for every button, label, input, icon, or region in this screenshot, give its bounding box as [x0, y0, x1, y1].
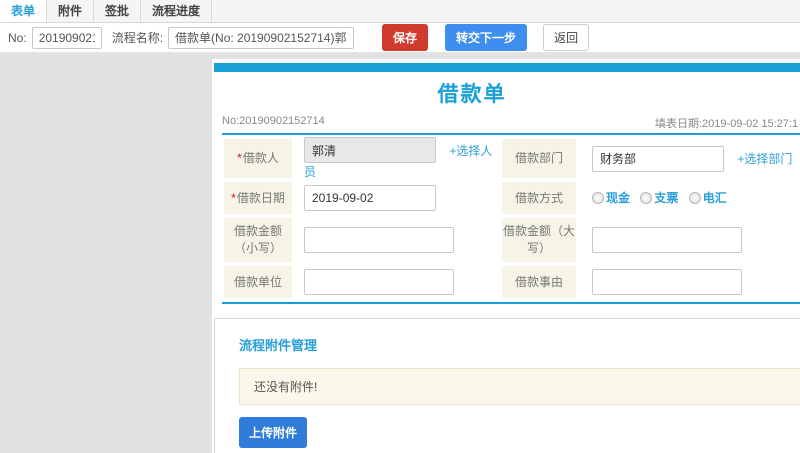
upload-attachment-button[interactable]: 上传附件: [239, 417, 308, 448]
table-row: 借款金额（小写） 借款金额（大写）: [222, 216, 800, 264]
tab-form[interactable]: 表单: [0, 0, 48, 22]
method-label: 借款方式: [500, 180, 578, 216]
required-asterisk: *: [237, 151, 242, 165]
department-input[interactable]: [592, 145, 724, 172]
method-cell: 现金 支票 电汇: [578, 180, 800, 216]
table-row: 借款单位 借款事由: [222, 264, 800, 300]
department-label: 借款部门: [500, 137, 578, 180]
amount-big-label: 借款金额（大写）: [500, 216, 578, 264]
unit-label: 借款单位: [222, 264, 294, 300]
date-cell: [294, 180, 500, 216]
fill-date: 填表日期:2019-09-02 15:27:1: [655, 118, 799, 130]
tab-progress[interactable]: 流程进度: [141, 0, 213, 22]
required-asterisk: *: [231, 190, 236, 205]
amount-big-input[interactable]: [592, 227, 742, 253]
radio-cash[interactable]: 现金: [592, 189, 630, 206]
borrower-input[interactable]: [304, 137, 436, 163]
radio-icon: [688, 191, 701, 204]
radio-icon: [592, 191, 604, 204]
tab-approval[interactable]: 签批: [94, 0, 142, 22]
form-meta-row: No:20190902152714 填表日期:2019-09-02 15:27:…: [222, 113, 800, 131]
radio-icon: [640, 191, 653, 204]
flow-name-input[interactable]: [168, 26, 355, 49]
form-title: 借款单: [437, 83, 507, 106]
doc-number: No:20190902152714: [222, 115, 325, 127]
date-label: *借款日期: [222, 180, 294, 216]
save-button[interactable]: 保存: [382, 24, 429, 51]
page-background: 借款单 No:20190902152714 填表日期:2019-09-02 15…: [0, 53, 800, 453]
next-step-button[interactable]: 转交下一步: [445, 24, 528, 51]
no-input[interactable]: [31, 26, 102, 49]
panel-top-accent-bar: [214, 63, 800, 72]
tab-attachment[interactable]: 附件: [47, 0, 95, 22]
reason-cell: [578, 264, 800, 300]
radio-wire[interactable]: 电汇: [688, 189, 727, 206]
divider-top: [222, 133, 800, 135]
no-attachment-notice: 还没有附件!: [239, 368, 800, 405]
department-cell: +选择部门: [578, 137, 800, 180]
borrow-reason-input[interactable]: [592, 269, 742, 295]
back-button[interactable]: 返回: [543, 24, 590, 51]
tab-bar: 表单 附件 签批 流程进度: [0, 0, 800, 23]
radio-cheque[interactable]: 支票: [640, 189, 678, 206]
table-row: *借款日期 借款方式 现金 支票 电汇: [222, 180, 800, 216]
loan-form-panel: 借款单 No:20190902152714 填表日期:2019-09-02 15…: [212, 59, 800, 453]
loan-form-table: *借款人 +选择人员 借款部门 +选择部门 *借款日期: [222, 137, 800, 300]
amount-small-label: 借款金额（小写）: [222, 216, 294, 264]
table-row: *借款人 +选择人员 借款部门 +选择部门: [222, 137, 800, 180]
unit-cell: [294, 264, 500, 300]
amount-small-cell: [294, 216, 500, 264]
divider-bottom: [222, 302, 800, 304]
borrow-date-input[interactable]: [304, 185, 436, 211]
attachment-section-title: 流程附件管理: [239, 338, 318, 353]
flow-name-label: 流程名称:: [111, 31, 164, 45]
reason-label: 借款事由: [500, 264, 578, 300]
borrower-label: *借款人: [222, 137, 294, 180]
amount-big-cell: [578, 216, 800, 264]
amount-small-input[interactable]: [304, 227, 454, 253]
command-bar: No: 流程名称: 保存 转交下一步 返回: [0, 23, 800, 53]
select-department-link[interactable]: +选择部门: [737, 152, 792, 166]
attachment-section: 流程附件管理 还没有附件! 上传附件: [214, 318, 800, 453]
borrower-cell: +选择人员: [294, 137, 500, 180]
borrow-unit-input[interactable]: [304, 269, 454, 295]
no-label: No:: [8, 30, 27, 45]
